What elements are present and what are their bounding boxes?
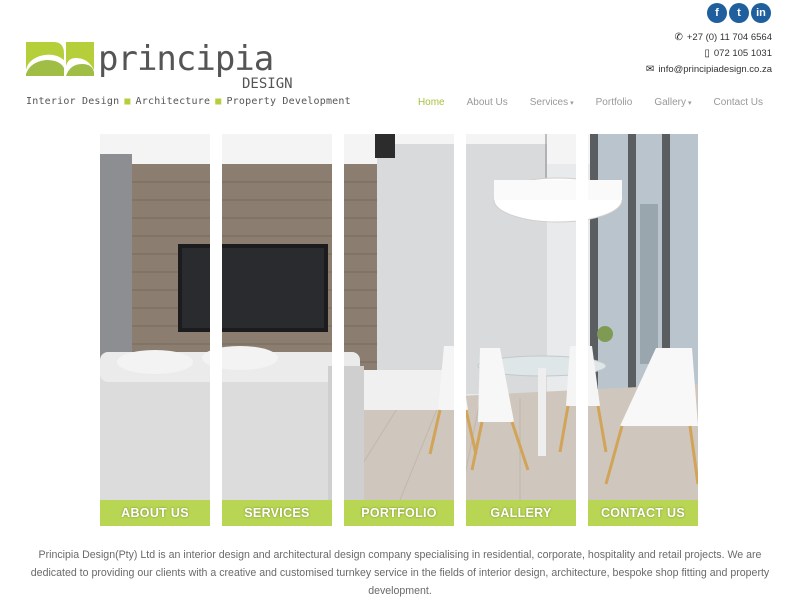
email-icon: ✉ [645,64,655,75]
tagline-architecture: Architecture [135,96,211,107]
tagline-separator-icon: ■ [124,96,131,107]
portfolio-button[interactable]: PORTFOLIO [344,500,454,526]
intro-text: Principia Design(Pty) Ltd is an interior… [30,549,770,597]
tagline-interior: Interior Design [26,96,120,107]
panel-portfolio[interactable]: PORTFOLIO [344,134,454,526]
nav-gallery[interactable]: Gallery ▾ [632,97,691,108]
contact-us-button[interactable]: CONTACT US [588,500,698,526]
nav-home[interactable]: Home [396,97,445,108]
tagline: Interior Design ■ Architecture ■ Property De… [26,96,351,107]
nav-portfolio[interactable]: Portfolio [574,97,633,108]
panel-gallery[interactable]: GALLERY [466,134,576,526]
mobile-number[interactable]: 072 105 1031 [714,46,772,62]
mobile-icon: ▯ [704,48,710,59]
facebook-icon[interactable]: f [707,3,727,23]
interior-photo [588,134,698,500]
interior-photo [100,134,210,500]
logo-sub: DESIGN [242,76,293,92]
tagline-separator-icon: ■ [215,96,222,107]
services-button[interactable]: SERVICES [222,500,332,526]
linkedin-icon[interactable]: in [751,3,771,23]
phone-number[interactable]: +27 (0) 11 704 6564 [687,30,772,46]
main-nav: Home About Us Services ▾ Portfolio Galler… [396,97,763,108]
twitter-icon[interactable]: t [729,3,749,23]
panel-about-us[interactable]: ABOUT US [100,134,210,526]
hero-panels: ABOUT US SERVICES PORTFOLIO GALLERY CONT… [100,134,698,526]
panel-services[interactable]: SERVICES [222,134,332,526]
nav-about-us[interactable]: About Us [445,97,508,108]
interior-photo [466,134,576,500]
nav-services[interactable]: Services ▾ [508,97,574,108]
contact-info: ✆ +27 (0) 11 704 6564 ▯ 072 105 1031 ✉ info… [646,30,772,78]
logo-wordmark: principia [98,39,273,79]
about-us-button[interactable]: ABOUT US [100,500,210,526]
panel-contact-us[interactable]: CONTACT US [588,134,698,526]
phone-icon: ✆ [674,32,683,43]
email-link[interactable]: info@principiadesign.co.za [658,62,772,78]
social-links: f t in [707,3,771,23]
nav-contact-us[interactable]: Contact Us [692,97,763,108]
interior-photo [344,134,454,500]
interior-photo [222,134,332,500]
gallery-button[interactable]: GALLERY [466,500,576,526]
tagline-property: Property Development [226,96,351,107]
